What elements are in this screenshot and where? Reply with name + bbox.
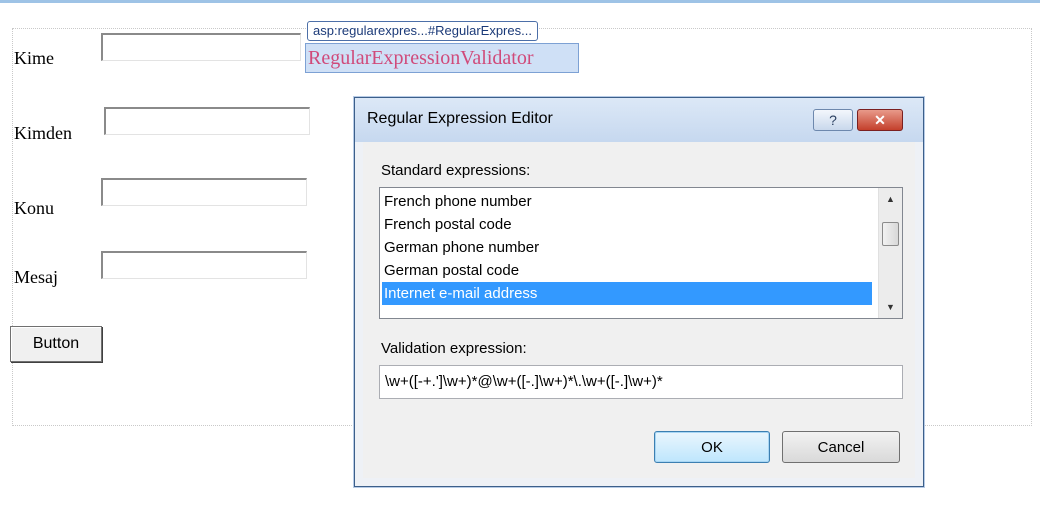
konu-textbox[interactable]: [101, 178, 307, 206]
designer-top-border: [0, 0, 1040, 3]
validator-smart-tag[interactable]: asp:regularexpres...#RegularExpres...: [307, 21, 538, 41]
label-kimden: Kimden: [14, 123, 72, 143]
list-item[interactable]: German postal code: [382, 259, 872, 282]
help-button[interactable]: ?: [813, 109, 853, 131]
validation-expression-label: Validation expression:: [381, 340, 527, 357]
label-konu: Konu: [14, 198, 54, 218]
scroll-thumb[interactable]: [882, 222, 899, 246]
cancel-button[interactable]: Cancel: [782, 431, 900, 463]
form-button[interactable]: Button: [10, 326, 102, 362]
label-kime: Kime: [14, 48, 54, 68]
dialog-titlebar[interactable]: Regular Expression Editor ? ✕: [355, 98, 923, 142]
list-item[interactable]: French phone number: [382, 190, 872, 213]
list-item[interactable]: French postal code: [382, 213, 872, 236]
list-item[interactable]: German phone number: [382, 236, 872, 259]
standard-expressions-label: Standard expressions:: [381, 162, 531, 179]
regex-editor-dialog: Regular Expression Editor ? ✕ Standard e…: [354, 97, 924, 487]
list-item-selected[interactable]: Internet e-mail address: [382, 282, 872, 305]
dialog-title: Regular Expression Editor: [367, 110, 553, 127]
standard-expressions-list[interactable]: French phone number French postal code G…: [379, 187, 903, 319]
scroll-down-arrow-icon[interactable]: ▼: [879, 296, 902, 318]
kime-textbox[interactable]: [101, 33, 301, 61]
dialog-body: Standard expressions: French phone numbe…: [363, 142, 915, 478]
ok-button[interactable]: OK: [654, 431, 770, 463]
validation-expression-input[interactable]: \w+([-+.']\w+)*@\w+([-.]\w+)*\.\w+([-.]\…: [379, 365, 903, 399]
mesaj-textbox[interactable]: [101, 251, 307, 279]
list-scrollbar[interactable]: ▲ ▼: [878, 188, 902, 318]
label-mesaj: Mesaj: [14, 267, 58, 287]
regular-expression-validator[interactable]: RegularExpressionValidator: [305, 43, 579, 73]
scroll-up-arrow-icon[interactable]: ▲: [879, 188, 902, 210]
close-button[interactable]: ✕: [857, 109, 903, 131]
kimden-textbox[interactable]: [104, 107, 310, 135]
